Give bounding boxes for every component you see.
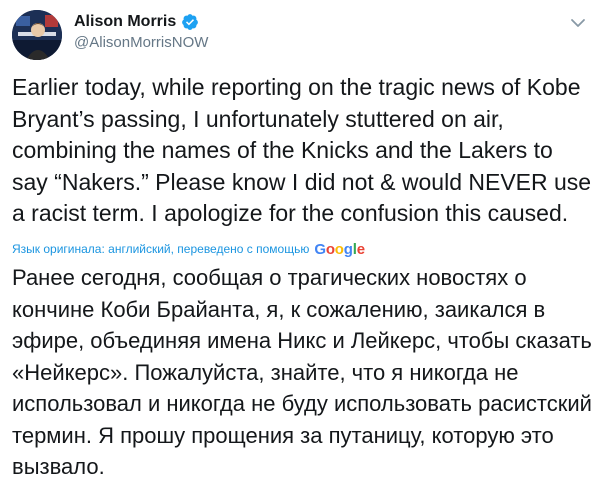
- tweet-text: Earlier today, while reporting on the tr…: [12, 74, 592, 226]
- author-handle[interactable]: @AlisonMorrisNOW: [74, 34, 208, 51]
- google-logo[interactable]: Google: [314, 241, 365, 258]
- tweet-card: Alison Morris @AlisonMorrisNOW Earlier t…: [0, 0, 601, 484]
- tweet-menu-button[interactable]: [569, 14, 587, 32]
- author-display-name[interactable]: Alison Morris: [74, 13, 176, 31]
- google-logo-letter: e: [356, 240, 365, 258]
- google-logo-letter: o: [334, 240, 344, 258]
- verified-badge-icon: [181, 13, 199, 31]
- google-logo-letter: o: [325, 240, 335, 258]
- avatar-image: [12, 10, 62, 60]
- avatar[interactable]: [12, 10, 62, 60]
- google-logo-letter: G: [314, 240, 326, 258]
- google-logo-letter: g: [343, 240, 353, 258]
- translation-source-label[interactable]: Язык оригинала: английский, переведено с…: [12, 242, 309, 256]
- author-name-row: Alison Morris: [74, 11, 208, 33]
- translated-tweet-text: Ранее сегодня, сообщая о трагических нов…: [12, 265, 592, 479]
- translation-attribution: Язык оригинала: английский, переведено с…: [12, 240, 365, 258]
- author-block: Alison Morris @AlisonMorrisNOW: [74, 11, 208, 51]
- chevron-down-icon: [571, 19, 585, 27]
